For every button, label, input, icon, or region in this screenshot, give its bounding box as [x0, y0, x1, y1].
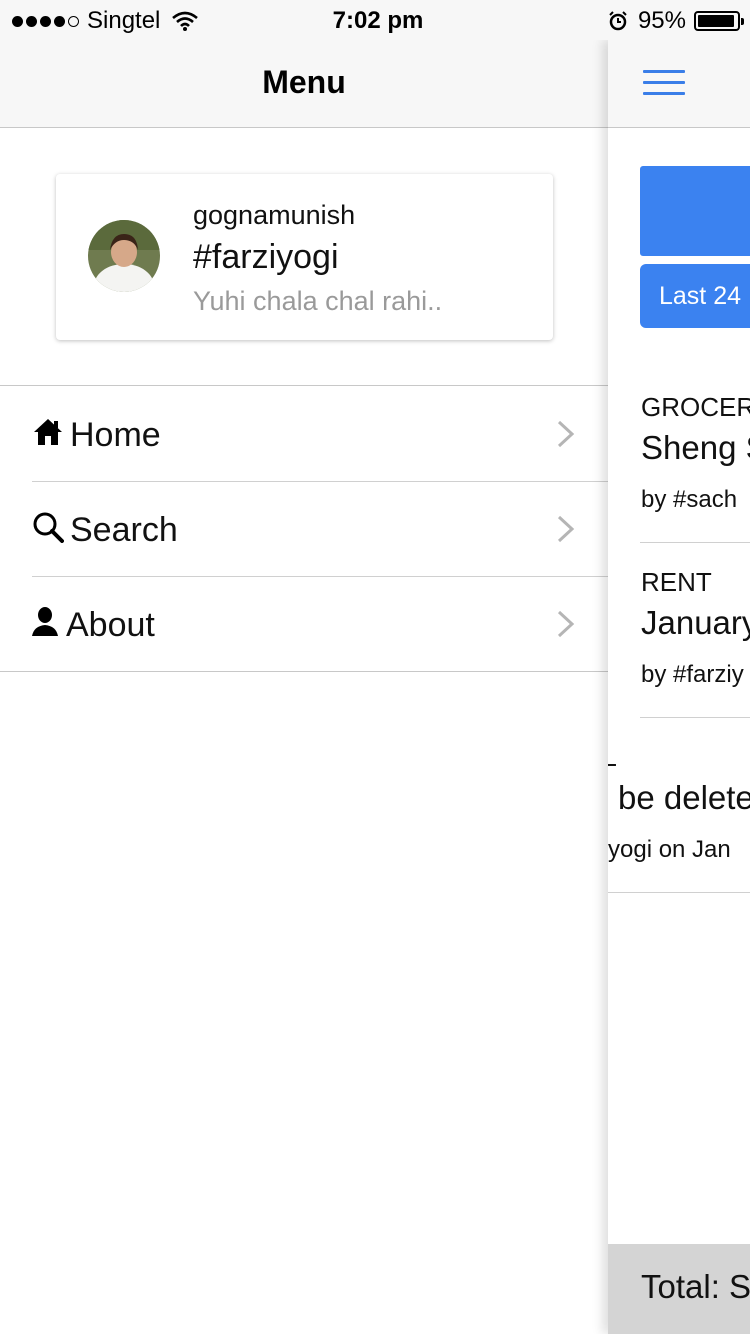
list-item[interactable]: AL be delete yogi on Jan — [608, 718, 750, 893]
search-icon — [33, 512, 64, 543]
menu-item-label: About — [66, 606, 155, 644]
menu-item-label: Home — [70, 416, 161, 454]
item-title: be delete — [618, 779, 750, 816]
profile-card[interactable]: gognamunish #farziyogi Yuhi chala chal r… — [56, 174, 553, 340]
item-byline: yogi on Jan — [608, 836, 731, 863]
chevron-right-icon — [557, 420, 575, 448]
item-title: January — [641, 604, 750, 641]
chevron-right-icon — [557, 515, 575, 543]
menu-item-home[interactable]: Home — [0, 386, 608, 481]
menu-drawer: Menu gognamunish #farziyogi Yuhi chala c… — [0, 0, 608, 1334]
list-item[interactable]: RENT January by #farziy — [608, 543, 750, 718]
chevron-right-icon — [557, 610, 575, 638]
alarm-icon — [609, 11, 627, 31]
battery-percent: 95% — [637, 7, 686, 34]
item-category: AL — [608, 742, 617, 772]
profile-bio: Yuhi chala chal rahi.. — [193, 286, 443, 316]
list-item[interactable]: GROCER Sheng S by #sach — [608, 368, 750, 543]
avatar — [88, 220, 160, 292]
item-category: RENT — [641, 567, 712, 597]
battery-icon — [694, 11, 744, 31]
filter-button[interactable]: Last 24 — [640, 264, 750, 328]
item-category: GROCER — [641, 392, 750, 422]
main-nav-bar — [608, 40, 750, 128]
profile-username: gognamunish — [193, 200, 356, 230]
drawer-title: Menu — [262, 64, 346, 100]
main-panel: Last 24 GROCER Sheng S by #sach RENT Jan… — [608, 40, 750, 1334]
item-byline: by #sach — [641, 486, 738, 513]
battery-fill — [698, 15, 735, 27]
summary-banner — [640, 166, 750, 256]
status-bar: Singtel 7:02 pm 95% — [0, 0, 750, 40]
person-icon — [32, 607, 58, 636]
item-title: Sheng S — [641, 429, 750, 466]
menu-item-search[interactable]: Search — [0, 481, 608, 576]
item-byline: by #farziy — [641, 661, 744, 688]
status-right: 95% — [608, 7, 744, 35]
hamburger-menu-icon[interactable] — [643, 70, 685, 96]
menu-item-about[interactable]: About — [0, 576, 608, 671]
menu-list: Home Search About — [0, 385, 608, 672]
menu-item-label: Search — [70, 511, 178, 549]
drawer-nav-bar: Menu — [0, 40, 608, 128]
total-label: Total: S — [641, 1268, 750, 1305]
total-footer: Total: S — [608, 1244, 750, 1334]
profile-handle: #farziyogi — [193, 238, 339, 276]
home-icon — [34, 419, 62, 445]
